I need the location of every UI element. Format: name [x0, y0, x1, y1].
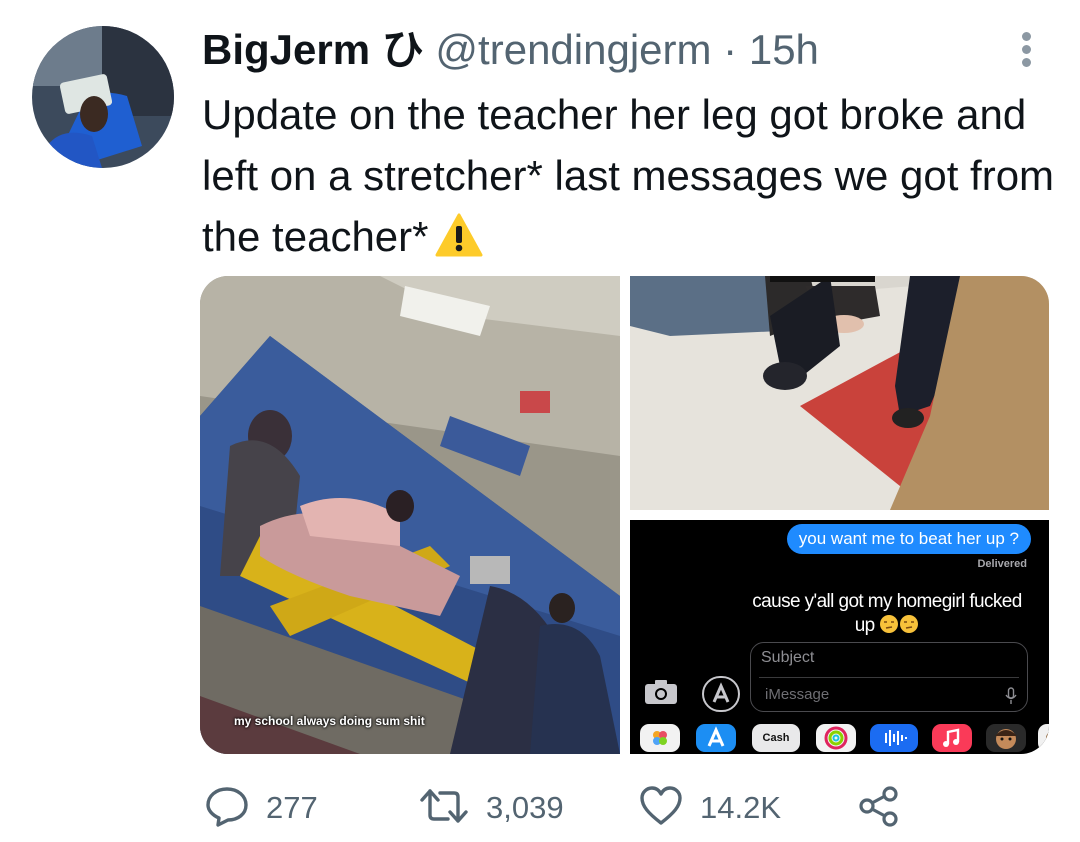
subject-field[interactable]: Subject — [761, 649, 814, 667]
media-caption: my school always doing sum shit — [234, 714, 425, 728]
share-icon — [856, 785, 902, 832]
heart-icon — [638, 785, 684, 832]
unamused-face-icon — [899, 615, 919, 636]
tweet-actions: 277 3,039 14.2K — [200, 780, 920, 836]
avatar-image — [32, 26, 174, 168]
retweet-count: 3,039 — [486, 790, 564, 825]
retweet-button[interactable]: 3,039 — [418, 780, 564, 836]
separator: · — [723, 26, 738, 73]
app-tray: Cash — [640, 722, 1049, 754]
outgoing-message: you want me to beat her up ? — [786, 524, 1031, 554]
app-store-tray-icon[interactable] — [696, 724, 736, 752]
message-compose-box[interactable]: Subject iMessage — [750, 642, 1028, 712]
avatar[interactable] — [32, 26, 174, 168]
compose-divider — [759, 677, 1019, 678]
media-grid: my school always doing sum shit you want… — [200, 276, 1049, 754]
media-image-stretcher[interactable]: my school always doing sum shit — [200, 276, 620, 754]
tweet-header: BigJerm ひ @trendingjerm · 15h — [202, 24, 819, 76]
floor-photo — [630, 276, 1049, 510]
tweet-text: Update on the teacher her leg got broke … — [202, 84, 1062, 273]
microphone-icon[interactable] — [1005, 687, 1017, 710]
apple-cash-icon[interactable]: Cash — [752, 724, 800, 752]
more-options-icon[interactable] — [1012, 30, 1042, 70]
name-symbol: ひ — [381, 26, 424, 73]
camera-icon[interactable] — [644, 678, 678, 711]
incoming-message: cause y'all got my homegirl fucked up — [742, 590, 1032, 638]
app-store-icon[interactable] — [702, 676, 740, 712]
share-button[interactable] — [856, 780, 902, 836]
imessage-field[interactable]: iMessage — [765, 686, 829, 703]
memoji-icon[interactable] — [986, 724, 1026, 752]
photos-app-icon[interactable] — [640, 724, 680, 752]
reply-count: 277 — [266, 790, 318, 825]
display-name[interactable]: BigJerm — [202, 26, 370, 73]
cash-label: Cash — [762, 732, 790, 744]
warning-icon — [435, 212, 483, 273]
like-count: 14.2K — [700, 790, 782, 825]
audio-message-icon[interactable] — [870, 724, 918, 752]
activity-app-icon[interactable] — [816, 724, 856, 752]
media-image-messages[interactable]: you want me to beat her up ? Delivered c… — [630, 520, 1049, 754]
media-image-floor[interactable] — [630, 276, 1049, 510]
like-button[interactable]: 14.2K — [638, 780, 781, 836]
timestamp[interactable]: 15h — [749, 26, 819, 73]
delivered-status: Delivered — [977, 558, 1027, 570]
unamused-face-icon — [879, 615, 899, 636]
handle[interactable]: @trendingjerm — [435, 26, 711, 73]
reply-icon — [204, 785, 250, 832]
retweet-icon — [418, 785, 470, 832]
reply-button[interactable]: 277 — [204, 780, 318, 836]
music-app-icon[interactable] — [932, 724, 972, 752]
tweet-body: Update on the teacher her leg got broke … — [202, 91, 1055, 260]
more-apps-icon[interactable] — [1038, 724, 1049, 752]
stretcher-photo — [200, 276, 620, 754]
